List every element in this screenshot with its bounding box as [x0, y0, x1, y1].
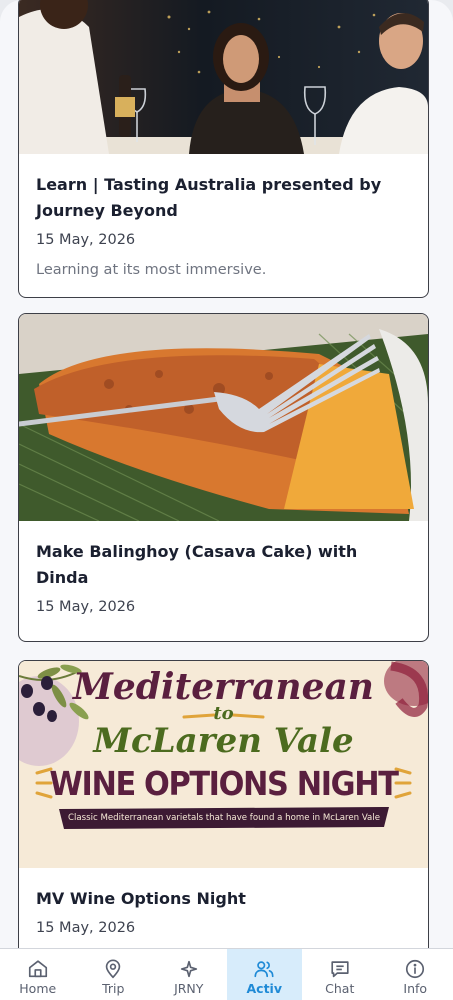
activity-card[interactable]: Learn | Tasting Australia presented by J…	[18, 0, 429, 298]
activity-card[interactable]: Mediterranean to McLaren Vale WINE OPTIO…	[18, 660, 429, 948]
activities-feed[interactable]: Learn | Tasting Australia presented by J…	[0, 0, 453, 948]
info-icon	[406, 959, 425, 979]
home-icon	[28, 960, 47, 978]
activity-image-cake	[19, 314, 428, 521]
chat-icon	[331, 961, 349, 978]
activity-date: 15 May, 2026	[36, 599, 136, 615]
poster-heading-line3: McLaren Vale	[93, 721, 354, 761]
poster-heading-line4: WINE OPTIONS NIGHT	[49, 764, 399, 803]
activity-date: 15 May, 2026	[36, 232, 136, 248]
tab-info[interactable]: Info	[378, 949, 453, 1000]
activity-title: Learn | Tasting Australia presented by J…	[36, 175, 382, 220]
tab-label: Trip	[102, 981, 125, 996]
map-pin-icon	[106, 959, 121, 979]
activity-description: Learning at its most immersive.	[36, 262, 267, 278]
activity-title: MV Wine Options Night	[36, 889, 246, 908]
activity-image-wine-poster: Mediterranean to McLaren Vale WINE OPTIO…	[19, 661, 428, 868]
tab-label: JRNY	[174, 981, 204, 996]
users-icon	[254, 961, 274, 978]
activity-image-dining	[19, 0, 428, 154]
tab-label: Info	[403, 981, 428, 996]
tab-label: Chat	[325, 981, 355, 996]
tab-label: Home	[19, 981, 57, 996]
app-screen: Learn | Tasting Australia presented by J…	[0, 0, 453, 1000]
activity-date: 15 May, 2026	[36, 920, 136, 936]
tab-label: Activ	[246, 981, 283, 996]
sparkle-icon	[180, 960, 197, 978]
poster-tagline: Classic Mediterranean varietals that hav…	[68, 813, 380, 823]
poster-heading-line1: Mediterranean	[73, 666, 374, 708]
tab-home[interactable]: Home	[0, 949, 76, 1000]
activity-title: Make Balinghoy (Casava Cake) with Dinda	[36, 542, 358, 587]
tab-jrny[interactable]: JRNY	[151, 949, 227, 1000]
tab-activ[interactable]: Activ	[226, 949, 302, 1000]
tab-chat[interactable]: Chat	[302, 949, 378, 1000]
activity-card[interactable]: Make Balinghoy (Casava Cake) with Dinda …	[18, 313, 429, 642]
tab-trip[interactable]: Trip	[76, 949, 152, 1000]
bottom-tab-bar: Home Trip JRNY Activ Chat Info	[0, 948, 453, 1000]
